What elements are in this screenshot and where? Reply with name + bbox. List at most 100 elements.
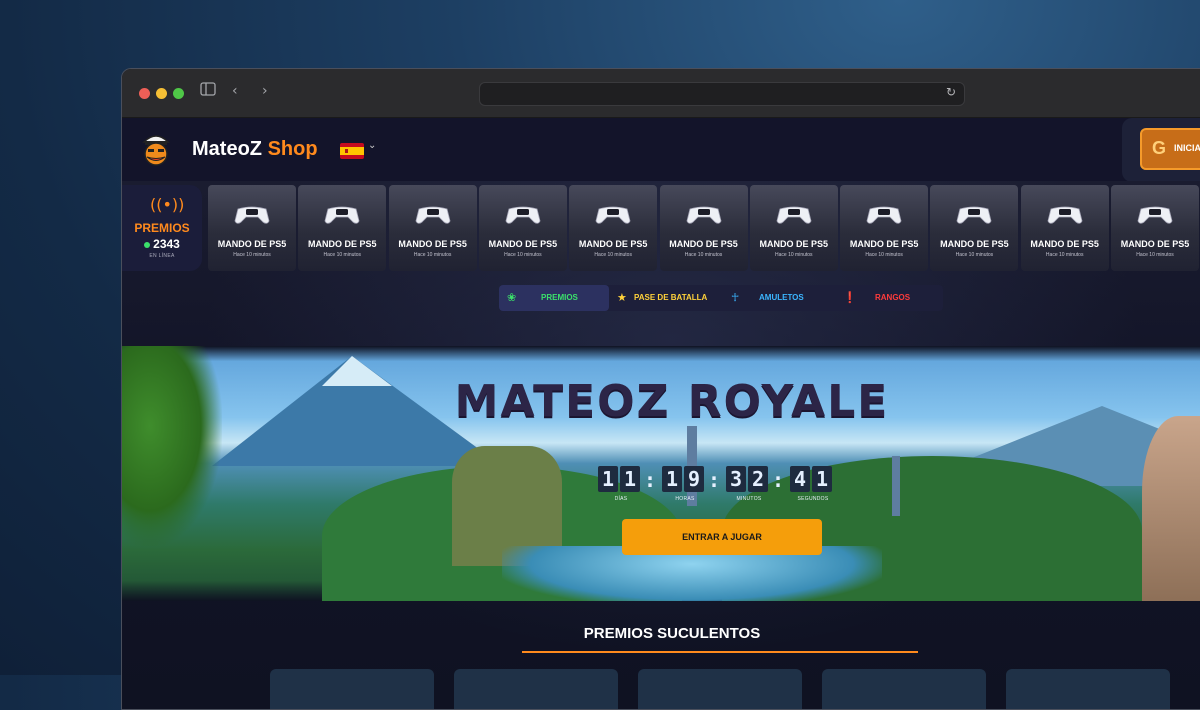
live-count: 2343: [122, 237, 202, 251]
ticker-prize-time: Hace 10 minutos: [1045, 252, 1084, 258]
prize-ticker: ((•)) PREMIOS 2343 EN LÍNEA MANDO DE PS5…: [122, 185, 1200, 271]
ps5-controller-icon: [686, 206, 721, 224]
google-icon: G: [1152, 138, 1167, 158]
category-tabs: ❀ PREMIOS ★ PASE DE BATALLA ☥ AMULETOS ❗…: [499, 285, 943, 311]
ticker-prize-name: MANDO DE PS5: [308, 239, 377, 249]
countdown-separator: :: [772, 468, 785, 492]
tab-rangos[interactable]: ❗ RANGOS: [835, 285, 943, 311]
ps5-controller-icon: [505, 206, 541, 224]
ticker-prize-card[interactable]: MANDO DE PS5 Hace 10 minutos: [298, 185, 387, 271]
brand-accent-text: Shop: [267, 138, 318, 160]
countdown-hours: 19: [662, 466, 706, 492]
section-title: PREMIOS SUCULENTOS: [583, 625, 761, 642]
prize-card[interactable]: [454, 669, 618, 709]
ps5-controller-icon: [324, 206, 360, 224]
countdown-seconds: 41: [790, 466, 834, 492]
tab-pase-de-batalla[interactable]: ★ PASE DE BATALLA: [611, 285, 721, 311]
ticker-prize-card[interactable]: MANDO DE PS5 Hace 10 minutos: [930, 185, 1019, 271]
spain-flag-icon[interactable]: [340, 143, 364, 159]
ticker-prize-card[interactable]: MANDO DE PS5 Hace 10 minutos: [569, 185, 658, 271]
tab-label: PREMIOS: [541, 293, 578, 302]
ticker-prize-name: MANDO DE PS5: [398, 239, 467, 249]
countdown-digits: 1: [598, 466, 618, 492]
minimize-window-button[interactable]: [156, 88, 167, 99]
countdown-timer: 11 : 19 : 32 : 41 DÍAS HORAS MINUTOS SEG…: [598, 466, 842, 506]
ticker-prize-card[interactable]: MANDO DE PS5 Hace 10 minutos: [840, 185, 929, 271]
ticker-prize-time: Hace 10 minutos: [504, 252, 542, 258]
main-content: ((•)) PREMIOS 2343 EN LÍNEA MANDO DE PS5…: [122, 181, 1200, 709]
ticker-prize-card[interactable]: MANDO DE PS5 Hace 10 minutos: [388, 185, 477, 271]
ticker-prize-time: Hace 10 minutos: [594, 252, 632, 258]
maximize-window-button[interactable]: [173, 88, 184, 99]
site-header: MateoZ Shop ⌄ G INICIAR: [122, 118, 1200, 182]
forward-arrow-icon[interactable]: ›: [262, 83, 268, 99]
ticker-prize-time: Hace 10 minutos: [865, 252, 903, 258]
mascot-logo-icon[interactable]: [136, 128, 176, 168]
countdown-hours-label: HORAS: [675, 496, 695, 502]
ticker-prize-card[interactable]: MANDO DE PS5 Hace 10 minutos: [749, 185, 838, 271]
close-window-button[interactable]: [139, 88, 150, 99]
ps5-controller-icon: [234, 206, 270, 224]
ticker-prize-card[interactable]: MANDO DE PS5 Hace 10 minutos: [659, 185, 748, 271]
live-sublabel: EN LÍNEA: [149, 253, 175, 259]
countdown-digits: 1: [620, 466, 640, 492]
hero-title: MATEOZ ROYALE: [454, 376, 890, 427]
ticker-prize-card[interactable]: MANDO DE PS5 Hace 10 minutos: [208, 185, 296, 271]
ps5-controller-icon: [1047, 206, 1083, 224]
brand-main-text: MateoZ: [192, 138, 262, 160]
ticker-prize-time: Hace 10 minutos: [233, 252, 271, 258]
address-bar[interactable]: ↻: [479, 82, 965, 106]
countdown-digits: 9: [684, 466, 704, 492]
tower-illustration: [892, 456, 900, 516]
ps5-controller-icon: [866, 206, 902, 224]
login-label: INICIAR: [1174, 143, 1200, 153]
ps5-controller-icon: [595, 206, 631, 224]
live-count-value: 2343: [153, 237, 180, 251]
back-arrow-icon[interactable]: ‹: [232, 83, 238, 99]
browser-toolbar: ‹ › ↻: [122, 69, 1200, 118]
ticker-prize-name: MANDO DE PS5: [1030, 239, 1099, 249]
tab-amuletos[interactable]: ☥ AMULETOS: [723, 285, 833, 311]
reload-icon[interactable]: ↻: [946, 85, 956, 99]
prize-card[interactable]: [638, 669, 802, 709]
countdown-minutes-label: MINUTOS: [736, 496, 762, 502]
ticker-prize-name: MANDO DE PS5: [759, 239, 829, 249]
language-chevron-down-icon[interactable]: ⌄: [368, 140, 376, 151]
rank-icon: ❗: [843, 291, 857, 304]
ticker-prize-name: MANDO DE PS5: [217, 239, 287, 249]
ticker-prize-card[interactable]: MANDO DE PS5 Hace 10 minutos: [1020, 185, 1109, 271]
prize-card[interactable]: [822, 669, 986, 709]
countdown-days: 11: [598, 466, 642, 492]
ticker-prize-time: Hace 10 minutos: [955, 252, 994, 258]
login-area: G INICIAR: [1122, 118, 1200, 182]
ticker-prize-name: MANDO DE PS5: [488, 239, 558, 249]
ticker-prize-name: MANDO DE PS5: [849, 239, 919, 249]
section-divider: [522, 651, 918, 653]
site-brand[interactable]: MateoZ Shop: [192, 138, 318, 161]
ps5-controller-icon: [956, 206, 992, 224]
online-dot-icon: [144, 241, 151, 248]
prize-card[interactable]: [270, 669, 434, 709]
ticker-prize-name: MANDO DE PS5: [669, 239, 738, 249]
countdown-separator: :: [644, 468, 657, 492]
ps5-controller-icon: [1137, 206, 1173, 224]
hero-banner: MATEOZ ROYALE 11 : 19 : 32 : 41 DÍAS HOR: [122, 346, 1200, 601]
ticker-prize-name: MANDO DE PS5: [940, 239, 1009, 249]
ticker-prize-card[interactable]: MANDO DE PS5 Hace 10 minutos: [478, 185, 567, 271]
ticker-prize-time: Hace 10 minutos: [1136, 252, 1174, 258]
ticker-prize-card[interactable]: MANDO DE PS5 Hace 10 minutos: [1111, 185, 1199, 271]
google-login-button[interactable]: G INICIAR: [1140, 128, 1200, 170]
countdown-digits: 3: [726, 466, 746, 492]
sidebar-toggle-icon[interactable]: [200, 82, 216, 100]
enter-play-button[interactable]: ENTRAR A JUGAR: [622, 519, 822, 555]
tab-label: PASE DE BATALLA: [634, 293, 708, 302]
countdown-minutes: 32: [726, 466, 770, 492]
ticker-prize-name: MANDO DE PS5: [578, 239, 648, 249]
tab-label: RANGOS: [875, 293, 911, 302]
star-icon: ★: [617, 291, 627, 304]
tab-premios[interactable]: ❀ PREMIOS: [499, 285, 609, 311]
countdown-digits: 1: [812, 466, 832, 492]
prize-card[interactable]: [1006, 669, 1170, 709]
countdown-digits: 1: [662, 466, 682, 492]
ps5-controller-icon: [776, 206, 812, 224]
